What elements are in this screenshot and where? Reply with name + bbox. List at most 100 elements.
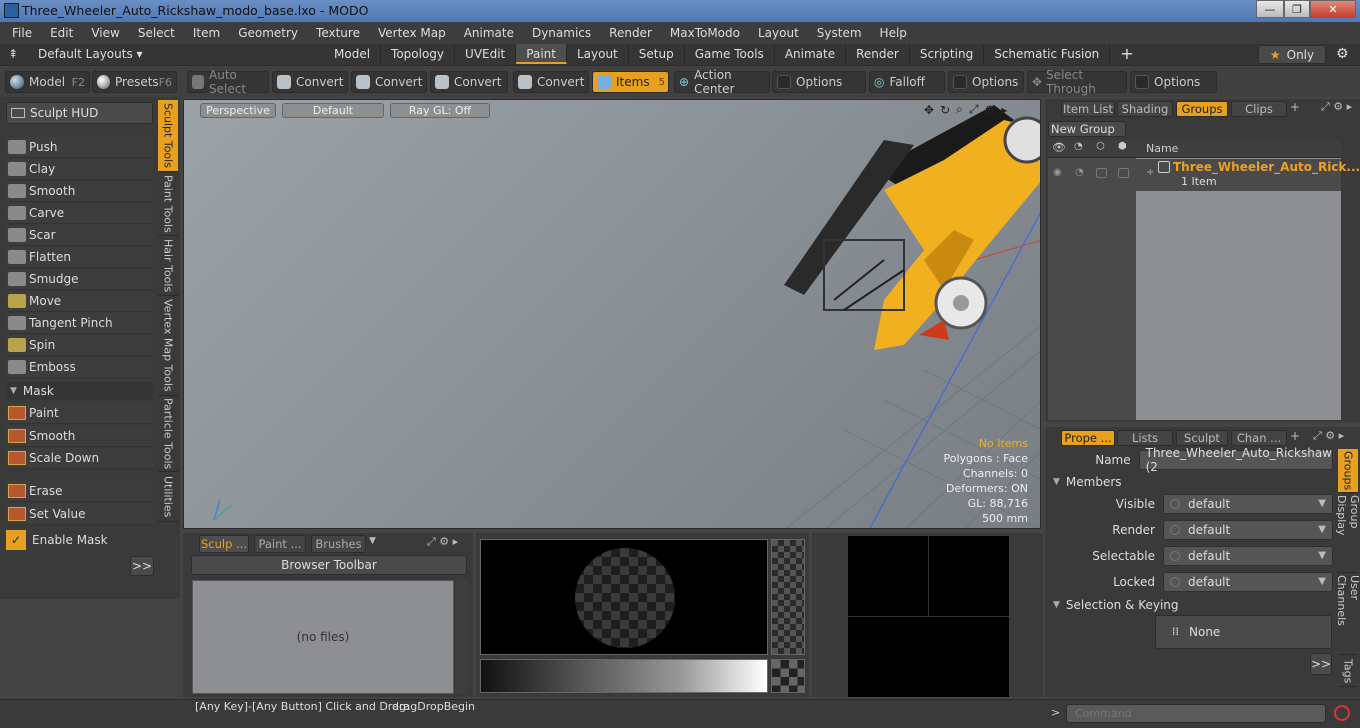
options-button-2[interactable]: Options	[948, 71, 1024, 93]
convert-button-4[interactable]: Convert	[513, 71, 589, 93]
menu-file[interactable]: File	[3, 22, 41, 44]
tab-item-list[interactable]: Item List	[1061, 101, 1115, 117]
tab-setup[interactable]: Setup	[629, 44, 685, 64]
tab-menu-icon[interactable]: ▼	[369, 536, 376, 546]
enable-mask-toggle[interactable]: ✓ Enable Mask	[6, 530, 153, 550]
add-tab-button[interactable]: +	[1110, 44, 1143, 64]
3d-viewport[interactable]: Perspective Default Ray GL: Off ✥ ↻ ⌕ ⤢ …	[183, 99, 1041, 529]
tab-sculpt[interactable]: Sculpt	[1176, 430, 1228, 446]
tab-properties[interactable]: Prope ...	[1061, 430, 1115, 446]
presets-button[interactable]: Presets F6	[92, 71, 177, 93]
add-tab-icon[interactable]: +	[1290, 100, 1300, 114]
tab-paint[interactable]: Paint	[516, 44, 567, 64]
gradient-swatch[interactable]	[771, 659, 805, 693]
menu-render[interactable]: Render	[600, 22, 661, 44]
tool-push[interactable]: Push	[6, 137, 153, 158]
perspective-view-button[interactable]: Perspective	[200, 103, 276, 118]
shading-default-button[interactable]: Default	[282, 103, 384, 118]
maximize-view-icon[interactable]: ⤢	[969, 102, 979, 117]
side-tab-tags[interactable]: Tags	[1338, 657, 1358, 687]
side-tab-group-display[interactable]: Group Display	[1335, 495, 1360, 573]
menu-dynamics[interactable]: Dynamics	[523, 22, 600, 44]
new-group-button[interactable]: New Group	[1048, 121, 1126, 137]
render-dropdown[interactable]: default ▼	[1163, 520, 1333, 540]
expand-more-button[interactable]: >>	[130, 556, 154, 576]
gradient-ramp[interactable]	[480, 659, 768, 693]
tab-uvedit[interactable]: UVEdit	[455, 44, 517, 64]
mask-tool-paint[interactable]: Paint	[6, 403, 153, 424]
tab-shading[interactable]: Shading	[1117, 101, 1173, 117]
tool-smooth[interactable]: Smooth	[6, 181, 153, 202]
mask-tool-scale-down[interactable]: Scale Down	[6, 448, 153, 469]
menu-help[interactable]: Help	[871, 22, 916, 44]
tab-animate[interactable]: Animate	[775, 44, 847, 64]
selection-keying-section[interactable]: ▼ Selection & Keying	[1051, 596, 1341, 614]
menu-system[interactable]: System	[808, 22, 871, 44]
tool-emboss[interactable]: Emboss	[6, 357, 153, 378]
panel-options-icon[interactable]: ⤢ ⚙ ▸	[1321, 100, 1352, 114]
mask-tool-smooth[interactable]: Smooth	[6, 426, 153, 447]
menu-geometry[interactable]: Geometry	[229, 22, 307, 44]
tab-channels[interactable]: Chan ...	[1231, 430, 1287, 446]
maximize-button[interactable]: ❐	[1284, 0, 1310, 18]
menu-view[interactable]: View	[82, 22, 128, 44]
tab-clips[interactable]: Clips	[1231, 101, 1287, 117]
tool-move[interactable]: Move	[6, 291, 153, 312]
name-field[interactable]: Three_Wheeler_Auto_Rickshaw (2	[1138, 446, 1333, 474]
set-value-tool[interactable]: Set Value	[6, 504, 153, 525]
row-visible-icon[interactable]: ◉	[1053, 167, 1062, 178]
select-through-button[interactable]: ✥ Select Through	[1027, 68, 1127, 96]
file-list[interactable]: (no files)	[192, 580, 454, 694]
raygl-toggle[interactable]: Ray GL: Off	[390, 103, 490, 118]
vtab-vertex-map-tools[interactable]: Vertex Map Tools	[158, 296, 178, 396]
panel-options-icon[interactable]: ⤢ ⚙ ▸	[427, 535, 458, 549]
vtab-paint-tools[interactable]: Paint Tools	[158, 172, 178, 236]
properties-more-button[interactable]: >>	[1310, 653, 1332, 675]
row-render-icon[interactable]: ◔	[1075, 167, 1084, 178]
menu-edit[interactable]: Edit	[41, 22, 82, 44]
layout-arrow-icon[interactable]: ⇞	[8, 47, 18, 61]
menu-texture[interactable]: Texture	[307, 22, 369, 44]
selectable-dropdown[interactable]: default ▼	[1163, 546, 1333, 566]
mask-section-header[interactable]: ▼ Mask	[6, 382, 153, 400]
options-button-3[interactable]: Options	[1130, 71, 1217, 93]
tool-clay[interactable]: Clay	[6, 159, 153, 180]
record-icon[interactable]	[1334, 705, 1350, 721]
menu-select[interactable]: Select	[129, 22, 184, 44]
convert-button-2[interactable]: Convert	[351, 71, 427, 93]
tab-render[interactable]: Render	[846, 44, 910, 64]
zoom-view-icon[interactable]: ⌕	[956, 102, 963, 117]
rotate-view-icon[interactable]: ↻	[940, 103, 950, 117]
locked-dropdown[interactable]: default ▼	[1163, 572, 1333, 592]
tab-sculpt-brushes[interactable]: Sculp ...	[199, 535, 249, 553]
only-toggle[interactable]: ★ Only	[1258, 45, 1326, 64]
tab-schematic-fusion[interactable]: Schematic Fusion	[984, 44, 1111, 64]
add-tab-icon[interactable]: +	[1290, 429, 1300, 443]
tab-game-tools[interactable]: Game Tools	[685, 44, 775, 64]
browser-toolbar-button[interactable]: Browser Toolbar	[191, 555, 467, 575]
command-input[interactable]	[1066, 704, 1326, 723]
tool-tangent-pinch[interactable]: Tangent Pinch	[6, 313, 153, 334]
tool-flatten[interactable]: Flatten	[6, 247, 153, 268]
convert-button-1[interactable]: Convert	[272, 71, 348, 93]
convert-button-3[interactable]: Convert	[430, 71, 508, 93]
tab-lists[interactable]: Lists	[1117, 430, 1173, 446]
tab-scripting[interactable]: Scripting	[910, 44, 985, 64]
menu-item[interactable]: Item	[184, 22, 229, 44]
tool-carve[interactable]: Carve	[6, 203, 153, 224]
move-view-icon[interactable]: ✥	[924, 103, 934, 117]
file-list-scrollbar[interactable]	[456, 580, 468, 694]
model-mode-button[interactable]: Model F2	[5, 71, 90, 93]
tab-brushes[interactable]: Brushes	[311, 535, 366, 553]
members-section[interactable]: ▼ Members	[1051, 473, 1341, 491]
tab-layout[interactable]: Layout	[567, 44, 629, 64]
tab-groups[interactable]: Groups	[1176, 101, 1228, 117]
table-row[interactable]: ◉ ◔ + Three_Wheeler_Auto_Rick... 1 Item	[1048, 159, 1360, 191]
tool-scar[interactable]: Scar	[6, 225, 153, 246]
vtab-particle-tools[interactable]: Particle Tools	[158, 396, 178, 472]
vtab-hair-tools[interactable]: Hair Tools	[158, 236, 178, 296]
menu-vertex-map[interactable]: Vertex Map	[369, 22, 455, 44]
texture-view[interactable]	[848, 536, 1009, 697]
tab-model[interactable]: Model	[324, 44, 382, 64]
visible-dropdown[interactable]: default ▼	[1163, 494, 1333, 514]
